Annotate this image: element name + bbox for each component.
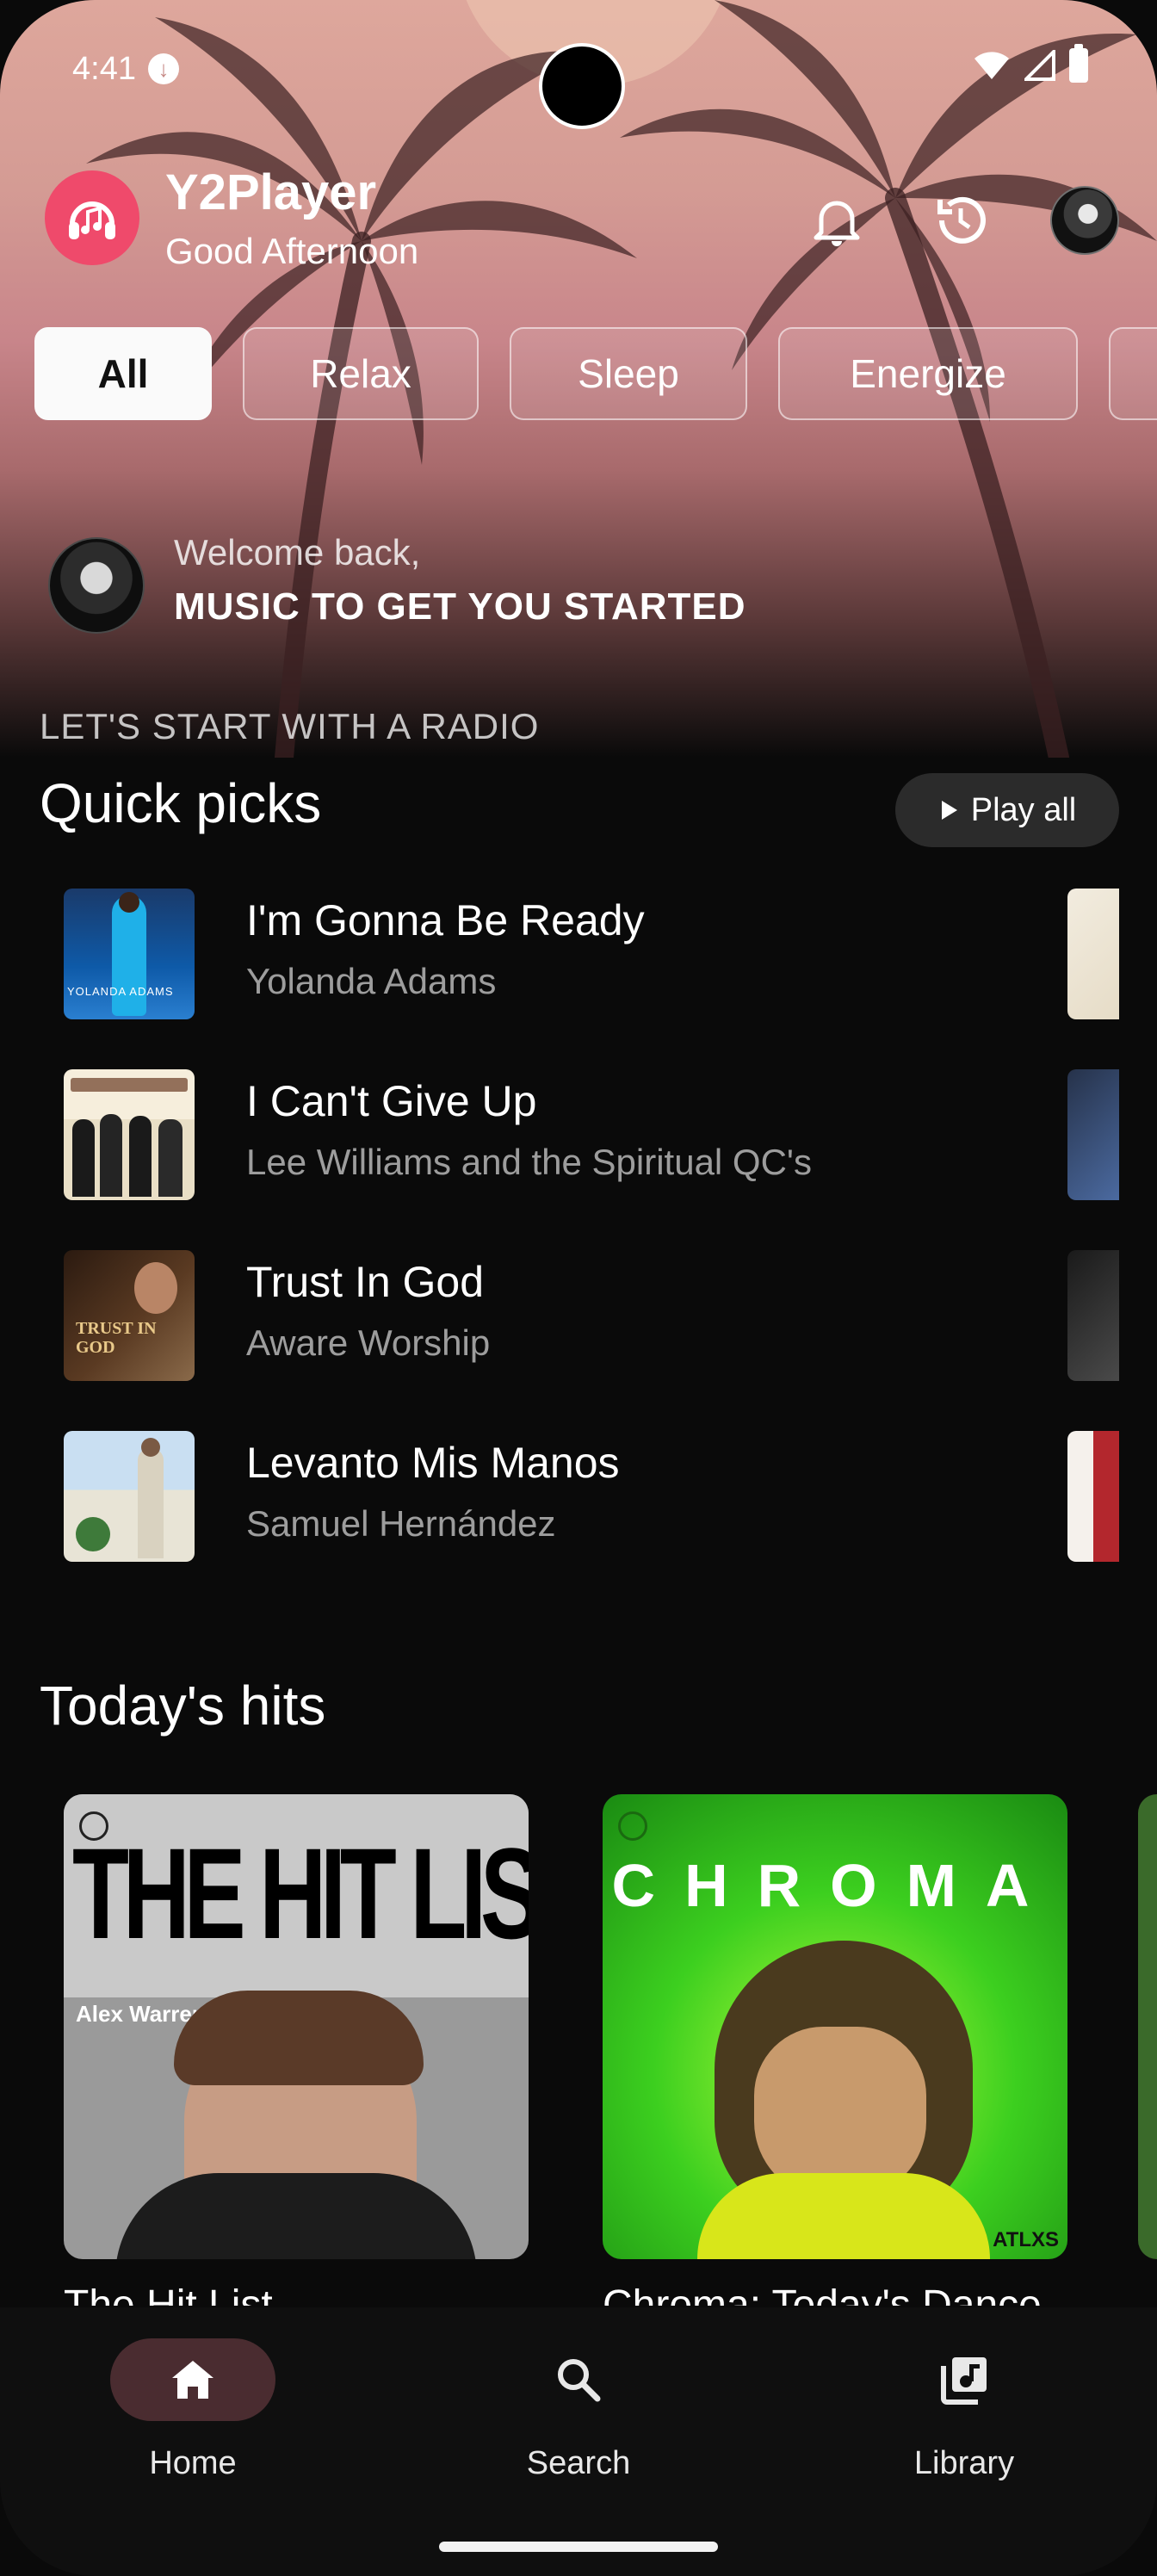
notifications-icon[interactable] xyxy=(807,191,866,250)
quick-picks-title: Quick picks xyxy=(40,772,322,834)
next-column-art[interactable] xyxy=(1067,1431,1119,1562)
track-title: Trust In God xyxy=(246,1258,485,1306)
nav-home-indicator[interactable] xyxy=(110,2338,275,2421)
album-art xyxy=(64,1069,195,1200)
welcome-avatar xyxy=(48,537,145,634)
chip-all[interactable]: All xyxy=(34,327,212,420)
gesture-home-indicator[interactable] xyxy=(439,2542,718,2552)
playlist-card[interactable]: CHROMA ATLXS xyxy=(603,1794,1067,2259)
next-column-art[interactable] xyxy=(1067,889,1119,1019)
headphones-music-icon xyxy=(69,201,115,239)
track-title: I'm Gonna Be Ready xyxy=(246,896,645,944)
nav-home[interactable]: Home xyxy=(64,2307,322,2482)
track-row[interactable]: TRUST IN GOD Trust In God Aware Worship xyxy=(64,1250,1062,1381)
playlist-badge-icon xyxy=(618,1811,647,1841)
next-column-art[interactable] xyxy=(1067,1069,1119,1200)
track-title: Levanto Mis Manos xyxy=(246,1439,620,1487)
playlist-title[interactable]: Chroma: Today's Dance xyxy=(603,2282,1067,2306)
status-bar: 4:41 ↓ xyxy=(72,45,179,93)
track-artist: Lee Williams and the Spiritual QC's xyxy=(246,1142,812,1182)
playlist-badge-icon xyxy=(79,1811,108,1841)
welcome-subtitle: Welcome back, xyxy=(174,532,421,573)
radio-section-label: LET'S START WITH A RADIO xyxy=(40,706,540,746)
track-artist: Samuel Hernández xyxy=(246,1503,556,1544)
album-art: TRUST IN GOD xyxy=(64,1250,195,1381)
playlist-art-headline: CHROMA xyxy=(611,1852,1059,1919)
chip-sleep[interactable]: Sleep xyxy=(510,327,747,420)
track-artist: Aware Worship xyxy=(246,1322,491,1363)
playlist-art-caption: ATLXS xyxy=(993,2228,1059,2251)
wifi-icon xyxy=(974,52,1009,79)
nav-search-label: Search xyxy=(526,2445,631,2481)
history-icon[interactable] xyxy=(931,191,990,250)
play-all-button[interactable]: Play all xyxy=(895,773,1119,847)
chip-relax[interactable]: Relax xyxy=(243,327,479,420)
nav-library-indicator[interactable] xyxy=(882,2338,1047,2421)
album-art-text: TRUST IN GOD xyxy=(76,1319,157,1357)
playlist-labels: The Hit List Chroma: Today's Dance xyxy=(0,2273,1157,2306)
greeting-text: Good Afternoon xyxy=(165,231,419,271)
play-icon xyxy=(941,801,957,820)
nav-library-label: Library xyxy=(913,2445,1015,2481)
app-screen: 4:41 ↓ Y2Player Good Afternoon All Relax… xyxy=(0,0,1157,2576)
next-column-art[interactable] xyxy=(1067,1250,1119,1381)
nav-search-indicator[interactable] xyxy=(496,2338,661,2421)
todays-hits-title: Today's hits xyxy=(40,1675,326,1737)
status-icons xyxy=(973,44,1088,83)
status-time: 4:41 xyxy=(72,50,136,87)
camera-cutout xyxy=(539,43,625,129)
nav-search[interactable]: Search xyxy=(449,2307,708,2482)
download-icon: ↓ xyxy=(147,53,179,84)
bottom-navigation: Home Search Library xyxy=(0,2307,1157,2576)
home-icon xyxy=(172,2361,213,2399)
nav-home-label: Home xyxy=(149,2445,237,2481)
app-title: Y2Player xyxy=(165,164,377,220)
playlist-title[interactable]: The Hit List xyxy=(64,2282,273,2306)
cellular-icon xyxy=(1024,50,1055,81)
track-title: I Can't Give Up xyxy=(246,1077,537,1125)
album-art xyxy=(64,1431,195,1562)
album-art-text: YOLANDA ADAMS xyxy=(67,985,174,998)
app-logo xyxy=(45,170,139,265)
chip-more[interactable] xyxy=(1109,327,1157,420)
chip-energize[interactable]: Energize xyxy=(778,327,1078,420)
nav-library[interactable]: Library xyxy=(835,2307,1093,2482)
play-all-label: Play all xyxy=(970,791,1077,828)
battery-icon xyxy=(1069,44,1088,83)
search-icon xyxy=(558,2359,601,2402)
profile-avatar[interactable] xyxy=(1050,186,1119,255)
playlist-card-peek[interactable] xyxy=(1138,1794,1157,2259)
playlist-art-headline: THE HIT LIST xyxy=(72,1821,529,1966)
library-icon xyxy=(941,2357,987,2405)
playlist-card[interactable]: THE HIT LIST Alex Warren xyxy=(64,1794,529,2259)
track-row[interactable]: I Can't Give Up Lee Williams and the Spi… xyxy=(64,1069,1062,1200)
album-art: YOLANDA ADAMS xyxy=(64,889,195,1019)
track-row[interactable]: YOLANDA ADAMS I'm Gonna Be Ready Yolanda… xyxy=(64,889,1062,1019)
mood-chips: All Relax Sleep Energize xyxy=(34,327,1157,420)
track-artist: Yolanda Adams xyxy=(246,961,497,1001)
welcome-title: MUSIC TO GET YOU STARTED xyxy=(174,585,746,628)
track-row[interactable]: Levanto Mis Manos Samuel Hernández xyxy=(64,1431,1062,1562)
